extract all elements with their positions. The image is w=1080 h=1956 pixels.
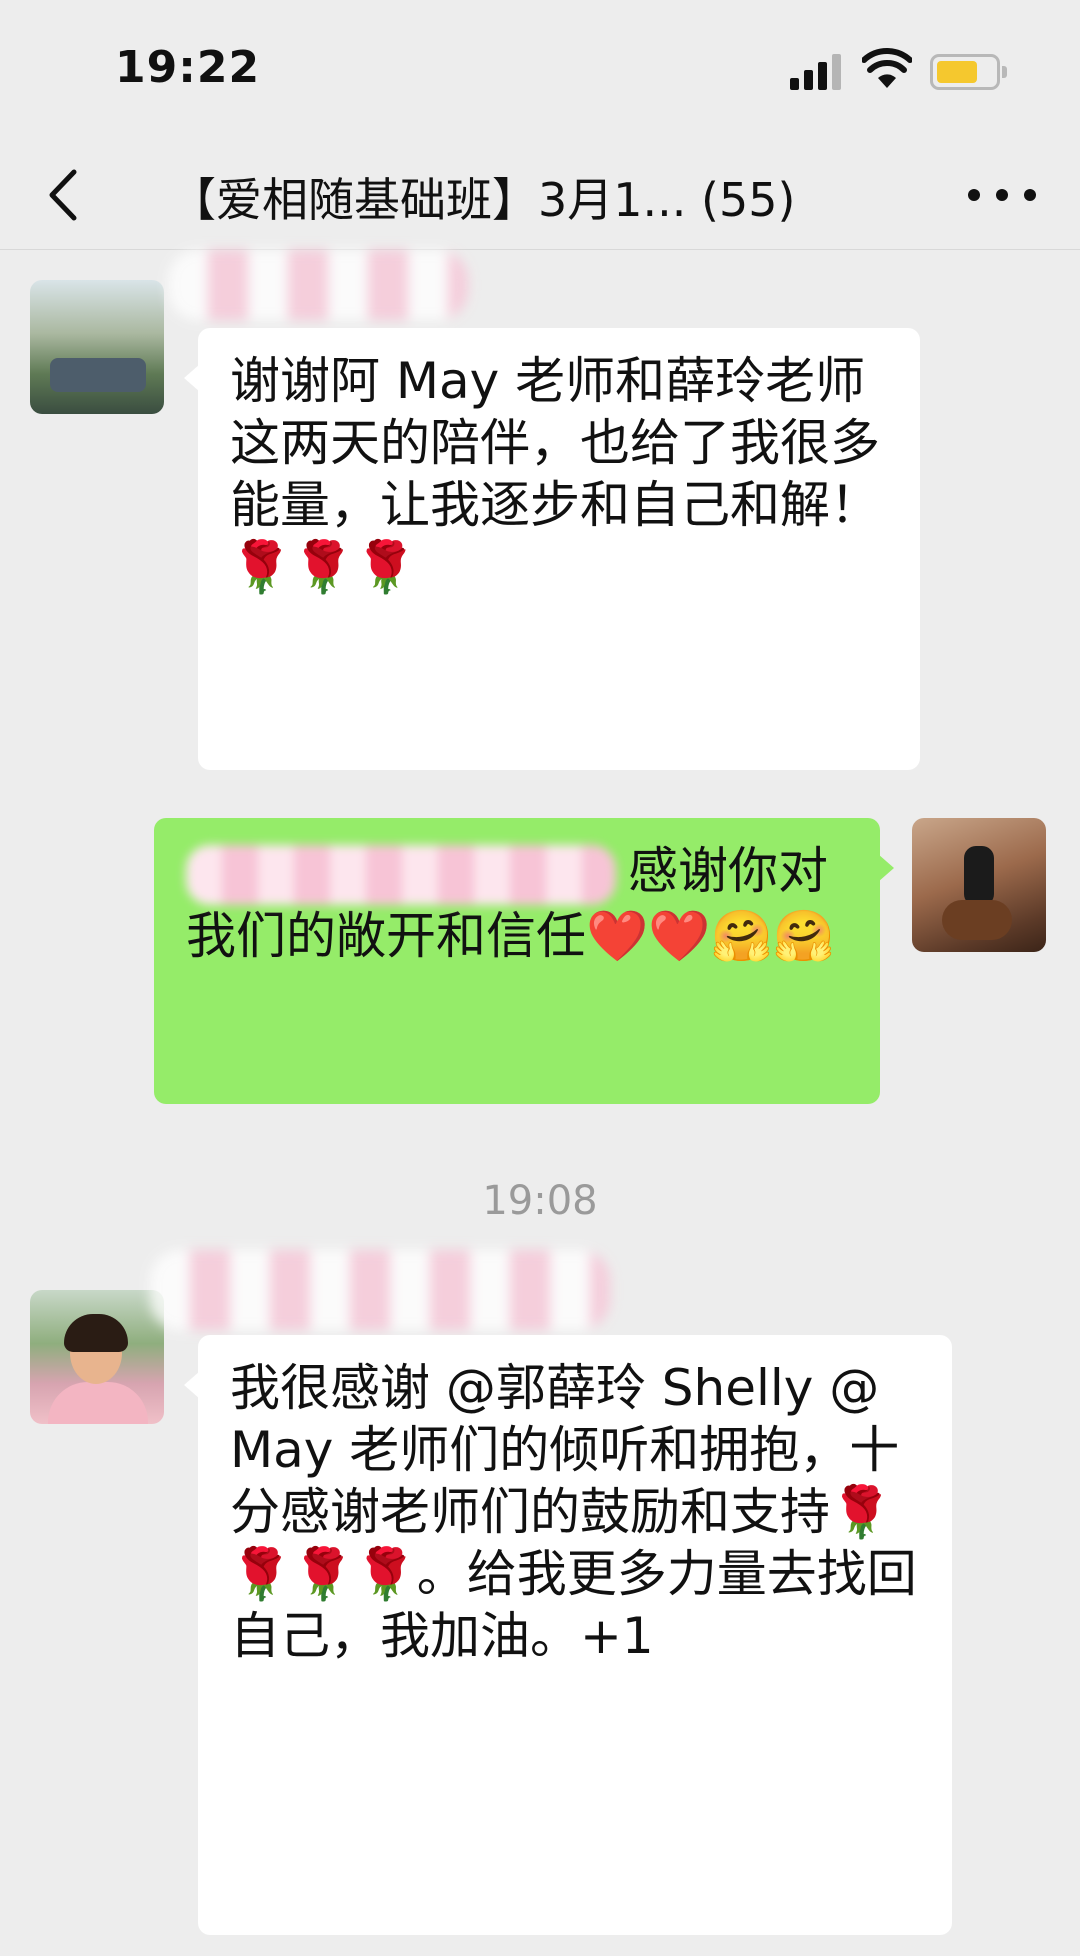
battery-level (937, 61, 977, 83)
more-options-button[interactable] (962, 170, 1042, 220)
time-divider: 19:08 (482, 1178, 598, 1224)
blurred-sender-name (168, 250, 468, 320)
avatar-photo-horse (942, 900, 1012, 940)
chat-title: 【爱相随基础班】3月1... (55) (170, 173, 796, 227)
message-bubble[interactable]: 我很感谢 @郭薛玲 Shelly @May 老师们的倾听和拥抱，十分感谢老师们的… (184, 1335, 952, 1935)
back-button[interactable] (40, 162, 90, 228)
message-list[interactable]: 谢谢阿 May 老师和薛玲老师这两天的陪伴，也给了我很多能量，让我逐步和自己和解… (0, 250, 1080, 1956)
chat-header: 【爱相随基础班】3月1... (55) (0, 140, 1080, 250)
message-bubble-self[interactable]: 感谢你对我们的敞开和信任❤️❤️🤗🤗 (154, 818, 894, 1104)
self-avatar[interactable] (912, 818, 1046, 952)
sender-avatar[interactable] (30, 1290, 164, 1424)
message-bubble[interactable]: 谢谢阿 May 老师和薛玲老师这两天的陪伴，也给了我很多能量，让我逐步和自己和解… (184, 328, 920, 770)
cellular-signal-icon (790, 52, 844, 90)
avatar-photo (50, 358, 146, 392)
status-bar: 19:22 (0, 0, 1080, 140)
wifi-icon (862, 48, 912, 88)
blurred-mention (186, 844, 616, 905)
message-text: 谢谢阿 May 老师和薛玲老师这两天的陪伴，也给了我很多能量，让我逐步和自己和解… (230, 352, 880, 596)
status-time: 19:22 (115, 42, 261, 93)
avatar-photo-hair (64, 1314, 128, 1352)
blurred-sender-name (150, 1250, 610, 1330)
message-text: 我很感谢 @郭薛玲 Shelly @May 老师们的倾听和拥抱，十分感谢老师们的… (230, 1359, 917, 1665)
sender-avatar[interactable] (30, 280, 164, 414)
avatar-photo (48, 1382, 148, 1424)
avatar-photo (964, 846, 994, 906)
battery-icon (930, 54, 1007, 90)
